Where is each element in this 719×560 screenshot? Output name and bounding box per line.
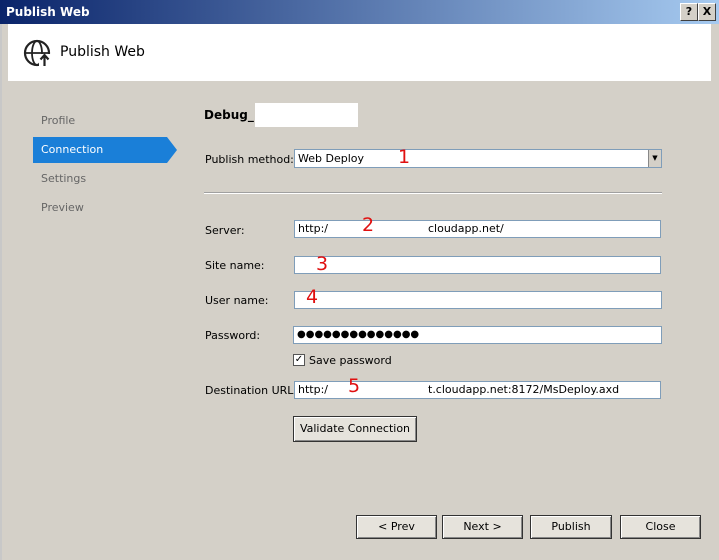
publish-method-select[interactable]: Web Deploy ▼ (294, 149, 662, 168)
dropdown-arrow-icon[interactable]: ▼ (648, 150, 661, 167)
globe-upload-icon (23, 39, 51, 67)
server-label: Server: (205, 224, 245, 237)
profile-name-redaction (255, 103, 358, 127)
next-button[interactable]: Next > (442, 515, 523, 539)
window-title: Publish Web (6, 5, 90, 19)
destination-url-prefix: http:/ (298, 383, 328, 396)
prev-button[interactable]: < Prev (356, 515, 437, 539)
site-name-input[interactable] (294, 256, 661, 274)
save-password-checkbox[interactable]: ✓ (293, 354, 305, 366)
user-name-label: User name: (205, 294, 269, 307)
help-button[interactable]: ? (680, 3, 698, 21)
profile-name: Debug_ (204, 108, 254, 122)
dialog-header: Publish Web (8, 24, 711, 81)
publish-button[interactable]: Publish (530, 515, 612, 539)
close-window-button[interactable]: X (698, 3, 716, 21)
server-value-suffix: cloudapp.net/ (428, 222, 504, 235)
separator (204, 192, 662, 194)
password-input[interactable]: ●●●●●●●●●●●●●● (293, 326, 662, 344)
server-input[interactable]: http:/ cloudapp.net/ (294, 220, 661, 238)
annotation-2: 2 (362, 214, 375, 236)
user-name-input[interactable] (294, 291, 662, 309)
sidebar-item-profile[interactable]: Profile (33, 108, 75, 134)
destination-url-suffix: t.cloudapp.net:8172/MsDeploy.axd (428, 383, 620, 396)
sidebar-item-settings[interactable]: Settings (33, 166, 86, 192)
annotation-5: 5 (348, 375, 361, 397)
server-value-prefix: http:/ (298, 222, 328, 235)
password-label: Password: (205, 329, 261, 342)
site-name-label: Site name: (205, 259, 265, 272)
annotation-4: 4 (306, 286, 319, 308)
header-title: Publish Web (60, 44, 145, 60)
sidebar-item-preview[interactable]: Preview (33, 195, 84, 221)
publish-method-value: Web Deploy (298, 152, 364, 165)
annotation-1: 1 (398, 146, 411, 168)
save-password-label: Save password (309, 354, 392, 367)
title-bar[interactable]: Publish Web ? X (0, 0, 719, 24)
publish-web-dialog: Publish Web ? X Publish Web Profile Conn… (0, 0, 719, 560)
sidebar-item-connection[interactable]: Connection (33, 137, 177, 163)
close-button[interactable]: Close (620, 515, 701, 539)
publish-method-label: Publish method: (205, 153, 294, 166)
left-border (0, 24, 2, 560)
destination-url-label: Destination URL: (205, 384, 298, 397)
validate-connection-button[interactable]: Validate Connection (293, 416, 417, 442)
annotation-3: 3 (316, 253, 329, 275)
